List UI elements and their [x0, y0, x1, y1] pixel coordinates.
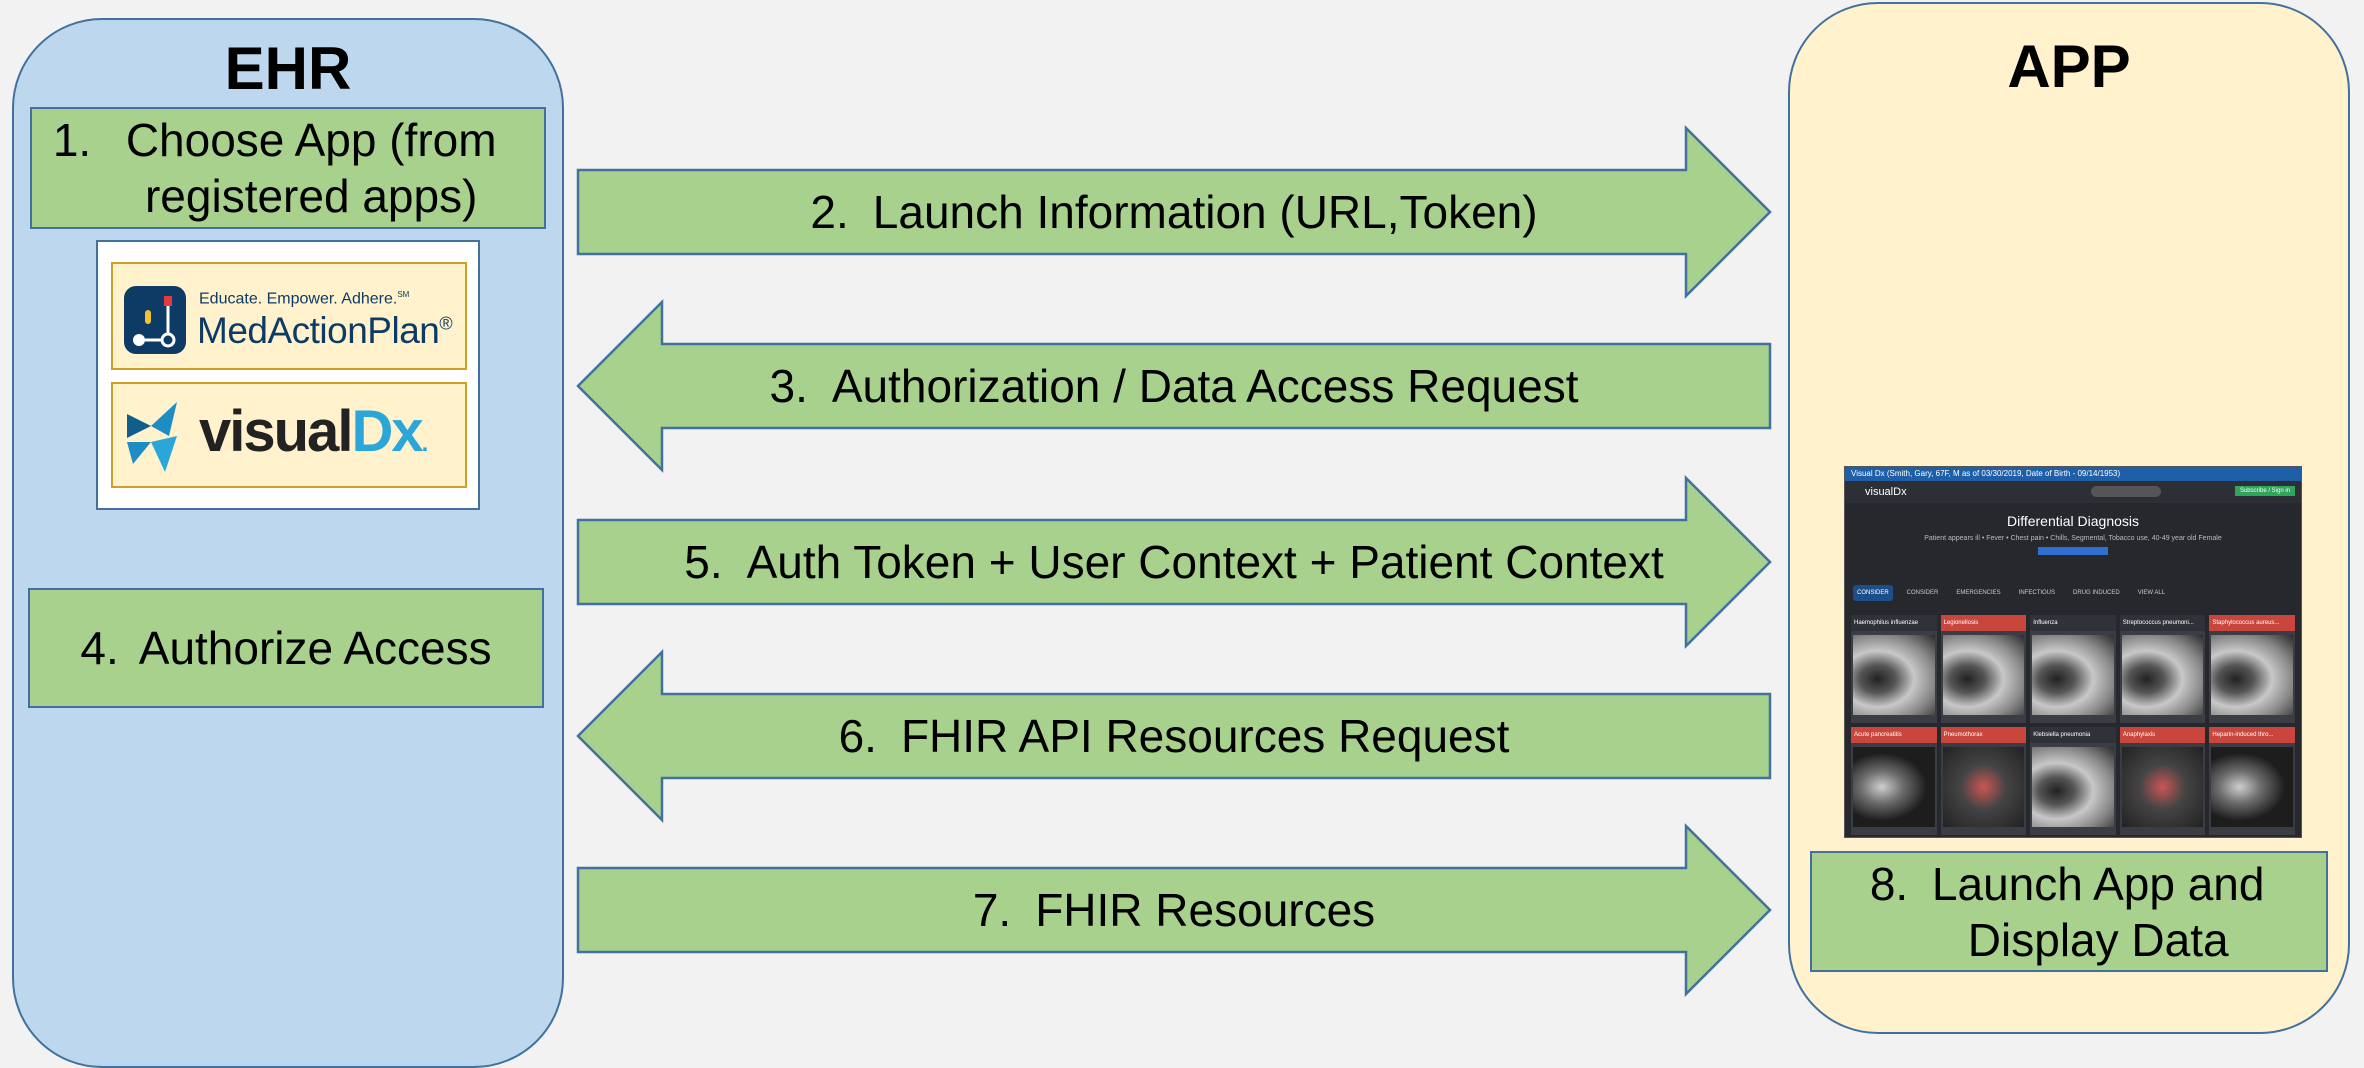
- medactionplan-app[interactable]: Educate. Empower. Adhere.SM MedActionPla…: [111, 262, 467, 370]
- screenshot-card-label: Anaphylaxis: [2119, 727, 2206, 743]
- screenshot-diagnosis-card: Acute pancreatitis: [1851, 727, 1937, 835]
- screenshot-header-bar: Visual Dx (Smith, Gary, 67F, M as of 03/…: [1845, 467, 2301, 481]
- screenshot-card-label: Pneumothorax: [1940, 727, 2027, 743]
- screenshot-logo: visualDx: [1865, 486, 1907, 498]
- screenshot-diagnosis-card: Heparin-induced thro...: [2209, 727, 2295, 835]
- screenshot-diagnosis-card: Legionellosis: [1940, 615, 2027, 723]
- arrow-6-label: 6. FHIR API Resources Request: [576, 708, 1772, 764]
- screenshot-card-image: [1942, 747, 2025, 827]
- medactionplan-name: MedActionPlan®: [197, 310, 453, 351]
- arrow-3-text: Authorization / Data Access Request: [831, 360, 1579, 412]
- arrow-6-number: 6.: [838, 710, 877, 762]
- screenshot-card-image: [2032, 747, 2114, 827]
- screenshot-card-label: Staphylococcus aureus...: [2209, 615, 2295, 631]
- visualdx-name: visualDx.: [199, 399, 428, 464]
- screenshot-toolbar: visualDx Subscribe / Sign in: [1845, 481, 2301, 503]
- medactionplan-tagline: Educate. Empower. Adhere.SM: [199, 290, 410, 308]
- screenshot-image-grid: Haemophilus influenzae Legionellosis Influ…: [1851, 615, 2295, 835]
- arrow-5-number: 5.: [684, 536, 723, 588]
- screenshot-card-image: [2032, 635, 2114, 715]
- step-4-number: 4.: [80, 622, 119, 674]
- arrow-5-label: 5. Auth Token + User Context + Patient Co…: [576, 534, 1772, 590]
- screenshot-card-image: [2211, 635, 2293, 715]
- ehr-title: EHR: [224, 35, 352, 102]
- step-1-text: Choose App (from registered apps): [125, 114, 497, 222]
- screenshot-tab: DRUG INDUCED: [2073, 590, 2120, 596]
- screenshot-subtitle: Patient appears ill • Fever • Chest pain…: [1924, 535, 2222, 542]
- screenshot-diagnosis-card: Klebsiella pneumonia: [2030, 727, 2116, 835]
- screenshot-search-input: [2091, 486, 2161, 497]
- screenshot-title: Differential Diagnosis: [2006, 513, 2140, 529]
- registered-apps-list: Educate. Empower. Adhere.SM MedActionPla…: [96, 240, 480, 510]
- screenshot-tab: CONSIDER: [1906, 590, 1939, 596]
- screenshot-tab: EMERGENCIES: [1956, 590, 2001, 596]
- screenshot-diagnosis-card: Haemophilus influenzae: [1851, 615, 1937, 723]
- screenshot-tab: CONSIDER: [1853, 585, 1893, 601]
- step-4-text: Authorize Access: [138, 622, 492, 674]
- arrow-7-number: 7.: [972, 884, 1012, 936]
- screenshot-diagnosis-card: Staphylococcus aureus...: [2209, 615, 2295, 723]
- screenshot-action-button: [2038, 547, 2108, 555]
- screenshot-diagnosis-card: Pneumothorax: [1940, 727, 2027, 835]
- arrow-3-number: 3.: [769, 360, 808, 412]
- step-8-box: 8. Launch App and Display Data: [1810, 851, 2328, 972]
- screenshot-diagnosis-card: Anaphylaxis: [2119, 727, 2206, 835]
- arrow-2-text: Launch Information (URL,Token): [872, 186, 1538, 238]
- arrow-2-label: 2. Launch Information (URL,Token): [576, 184, 1772, 240]
- step-4-box: 4. Authorize Access: [28, 588, 544, 708]
- screenshot-card-label: Influenza: [2030, 615, 2116, 631]
- arrow-3-label: 3. Authorization / Data Access Request: [576, 358, 1772, 414]
- arrow-5-text: Auth Token + User Context + Patient Cont…: [746, 536, 1664, 588]
- screenshot-diagnosis-card: Influenza: [2030, 615, 2116, 723]
- medactionplan-logo-icon: [124, 286, 186, 354]
- arrow-7-label: 7. FHIR Resources: [576, 882, 1772, 938]
- screenshot-card-label: Streptococcus pneumoni...: [2119, 615, 2206, 631]
- screenshot-tab: INFECTIOUS: [2018, 590, 2056, 596]
- visualdx-app[interactable]: visualDx.: [111, 382, 467, 488]
- screenshot-card-image: [1942, 635, 2025, 715]
- screenshot-card-label: Legionellosis: [1940, 615, 2027, 631]
- step-1-box: 1. Choose App (from registered apps): [30, 107, 546, 229]
- screenshot-card-label: Acute pancreatitis: [1851, 727, 1937, 743]
- app-screenshot: Visual Dx (Smith, Gary, 67F, M as of 03/…: [1844, 466, 2302, 838]
- step-8-number: 8.: [1869, 857, 1909, 910]
- screenshot-tab: VIEW ALL: [2137, 590, 2166, 596]
- visualdx-logo-icon: [127, 402, 177, 472]
- screenshot-card-image: [2121, 635, 2204, 715]
- arrow-2-number: 2.: [810, 186, 849, 238]
- screenshot-card-image: [1853, 635, 1935, 715]
- arrow-7-text: FHIR Resources: [1035, 884, 1376, 936]
- arrow-6-text: FHIR API Resources Request: [900, 710, 1510, 762]
- screenshot-card-image: [2211, 747, 2293, 827]
- app-title: APP: [2007, 33, 2131, 100]
- screenshot-card-label: Klebsiella pneumonia: [2030, 727, 2116, 743]
- screenshot-card-label: Haemophilus influenzae: [1851, 615, 1937, 631]
- step-8-text: Launch App and Display Data: [1931, 857, 2265, 966]
- screenshot-card-image: [2121, 747, 2204, 827]
- screenshot-card-image: [1853, 747, 1935, 827]
- step-1-number: 1.: [52, 114, 92, 166]
- screenshot-card-label: Heparin-induced thro...: [2209, 727, 2295, 743]
- screenshot-tabs: CONSIDER CONSIDER EMERGENCIES INFECTIOUS DRU…: [1853, 585, 2293, 601]
- screenshot-subscribe-button: Subscribe / Sign in: [2234, 486, 2295, 496]
- screenshot-diagnosis-card: Streptococcus pneumoni...: [2119, 615, 2206, 723]
